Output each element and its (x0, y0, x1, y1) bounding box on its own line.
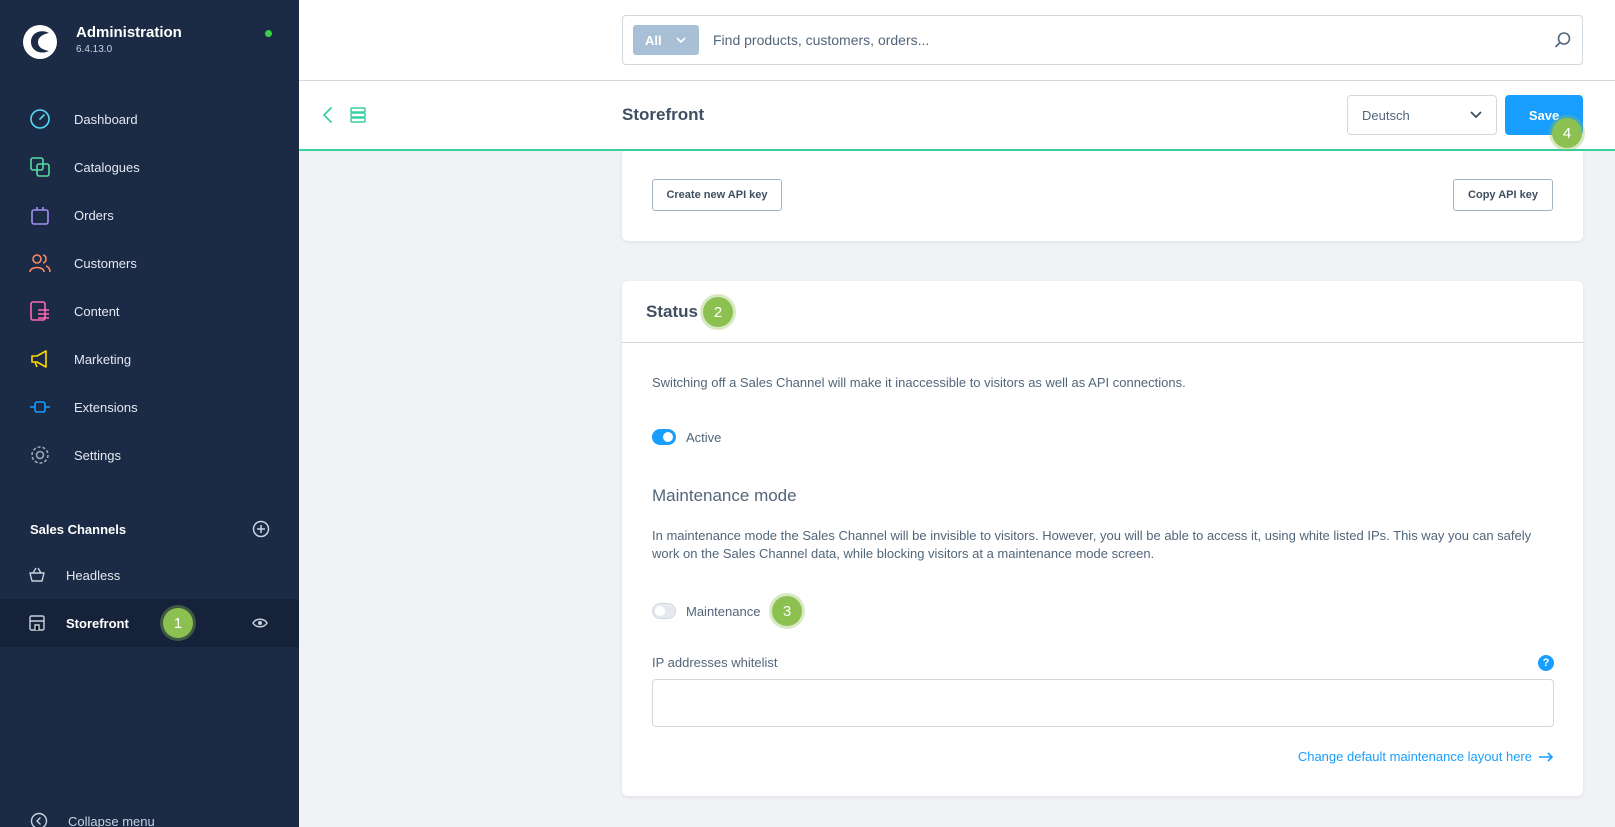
collapse-menu[interactable]: Collapse menu (30, 812, 155, 827)
arrow-right-icon (1539, 751, 1554, 762)
gear-icon (28, 443, 52, 467)
nav-label: Dashboard (74, 111, 138, 127)
sales-channel-label: Headless (66, 567, 121, 583)
search-type-label: All (645, 32, 662, 48)
shopware-logo-icon (23, 25, 57, 59)
nav-item-extensions[interactable]: Extensions (0, 383, 299, 431)
chevron-left-circle-icon (30, 812, 48, 827)
nav-item-content[interactable]: Content (0, 287, 299, 335)
maintenance-switch-row[interactable]: Maintenance (652, 603, 760, 619)
sales-channel-list: Headless Storefront 1 (0, 551, 299, 647)
step-badge: 2 (703, 297, 733, 327)
online-status-dot (265, 30, 272, 37)
main-nav: Dashboard Catalogues Orders Customers Co… (0, 95, 299, 479)
nav-item-customers[interactable]: Customers (0, 239, 299, 287)
status-card-header: Status (622, 281, 1583, 343)
customers-icon (28, 251, 52, 275)
sales-channel-label: Storefront (66, 615, 129, 631)
app-title: Administration (76, 24, 182, 41)
nav-item-settings[interactable]: Settings (0, 431, 299, 479)
ip-whitelist-input[interactable] (652, 679, 1554, 727)
content-icon (28, 299, 52, 323)
global-search: All (622, 15, 1583, 65)
nav-item-marketing[interactable]: Marketing (0, 335, 299, 383)
step-badge: 3 (772, 596, 802, 626)
api-access-card: Create new API key Copy API key (622, 151, 1583, 241)
maintenance-description: In maintenance mode the Sales Channel wi… (652, 528, 1532, 561)
catalogue-icon (28, 155, 52, 179)
storefront-icon (29, 615, 45, 631)
chevron-down-icon (676, 37, 686, 43)
nav-label: Catalogues (74, 159, 140, 175)
orders-bag-icon (28, 203, 52, 227)
sales-channel-storefront[interactable]: Storefront 1 (0, 599, 299, 647)
language-value: Deutsch (1362, 107, 1410, 123)
status-card-title: Status (646, 301, 698, 321)
status-card: Status 2 Switching off a Sales Channel w… (622, 281, 1583, 796)
nav-label: Customers (74, 255, 137, 271)
nav-label: Orders (74, 207, 114, 223)
help-icon[interactable]: ? (1538, 655, 1554, 671)
nav-item-dashboard[interactable]: Dashboard (0, 95, 299, 143)
nav-label: Extensions (74, 399, 138, 415)
nav-label: Marketing (74, 351, 132, 367)
search-input[interactable] (713, 32, 1554, 48)
add-sales-channel-icon[interactable] (252, 520, 270, 538)
nav-item-catalogues[interactable]: Catalogues (0, 143, 299, 191)
nav-label: Settings (74, 447, 121, 463)
page-title: Storefront (622, 105, 705, 124)
brand[interactable]: Administration 6.4.13.0 (22, 24, 182, 60)
top-bar: All (299, 0, 1615, 81)
eye-icon[interactable] (252, 616, 268, 630)
step-badge: 4 (1552, 118, 1582, 148)
maintenance-label: Maintenance (686, 603, 761, 619)
ip-whitelist-label: IP addresses whitelist (652, 655, 778, 670)
sales-channel-headless[interactable]: Headless (0, 551, 299, 599)
active-label: Active (686, 429, 722, 445)
search-type-select[interactable]: All (633, 25, 699, 55)
active-toggle[interactable] (652, 429, 676, 445)
sales-channels-header: Sales Channels (30, 520, 270, 538)
megaphone-icon (28, 347, 52, 371)
maintenance-layout-link[interactable]: Change default maintenance layout here (1298, 749, 1554, 764)
active-switch-row[interactable]: Active (652, 429, 721, 445)
step-badge: 1 (163, 608, 193, 638)
dashboard-icon (28, 107, 52, 131)
maintenance-toggle[interactable] (652, 603, 676, 619)
language-select[interactable]: Deutsch (1347, 95, 1497, 135)
collapse-menu-label: Collapse menu (68, 813, 155, 827)
back-chevron-icon[interactable] (321, 105, 335, 125)
maintenance-layout-link-label: Change default maintenance layout here (1297, 749, 1532, 764)
plug-icon (28, 395, 52, 419)
maintenance-mode-title: Maintenance mode (652, 486, 797, 505)
create-api-key-button[interactable]: Create new API key (652, 179, 782, 211)
stack-icon[interactable] (349, 105, 367, 125)
copy-api-key-button[interactable]: Copy API key (1453, 179, 1553, 211)
nav-label: Content (74, 303, 120, 319)
sidebar: Administration 6.4.13.0 Dashboard Catalo… (0, 0, 299, 827)
status-description: Switching off a Sales Channel will make … (652, 375, 1186, 390)
basket-icon (29, 567, 45, 582)
app-version: 6.4.13.0 (76, 44, 113, 55)
search-icon[interactable] (1554, 31, 1572, 49)
sales-channels-title: Sales Channels (30, 521, 127, 537)
nav-item-orders[interactable]: Orders (0, 191, 299, 239)
chevron-down-icon (1470, 111, 1482, 119)
smart-bar: Storefront Deutsch Save 4 (299, 81, 1615, 151)
